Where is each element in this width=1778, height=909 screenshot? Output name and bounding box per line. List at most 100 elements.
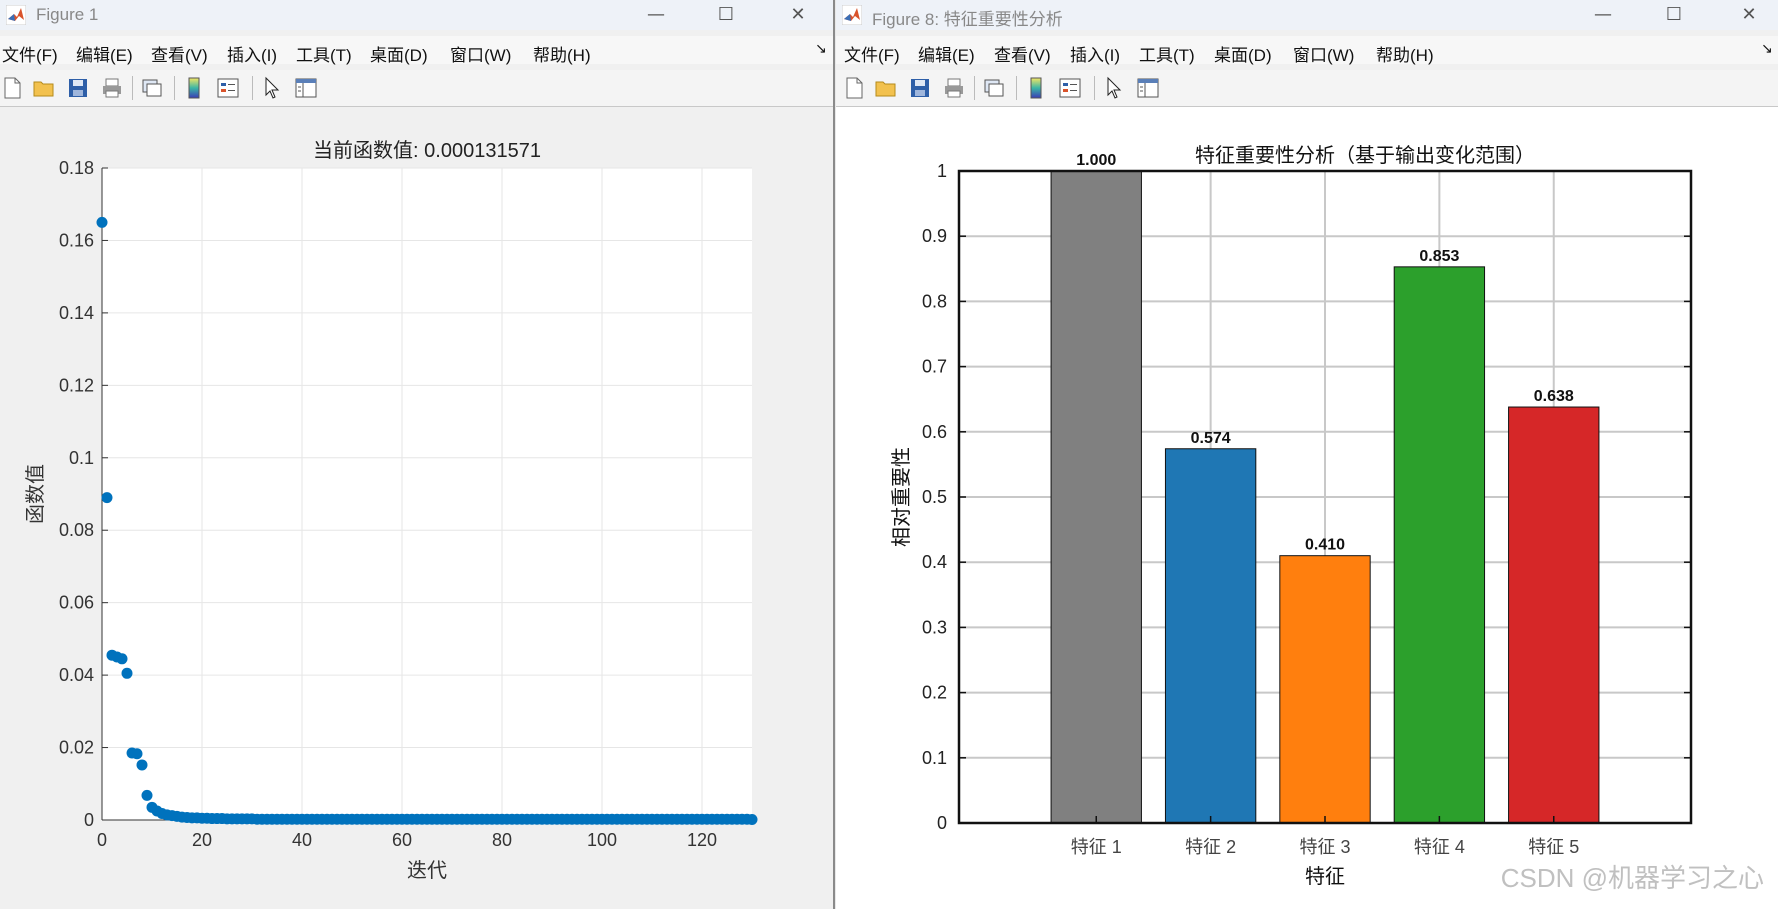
toolbar-separator [252, 76, 253, 100]
figure-8-window: Figure 8: 特征重要性分析 — ☐ ✕ 文件(F) 编辑(E) 查看(V… [836, 0, 1778, 909]
y-tick-label: 0.4 [922, 552, 947, 572]
data-point [746, 814, 758, 826]
menu-tools[interactable]: 工具(T) [296, 41, 352, 66]
menu-window[interactable]: 窗口(W) [450, 41, 511, 66]
bar-value-label: 0.410 [1305, 537, 1345, 554]
bar [1393, 266, 1486, 824]
window-title: Figure 1 [36, 5, 99, 24]
colorbar-icon[interactable] [1024, 76, 1048, 100]
x-tick-label: 80 [492, 830, 512, 850]
title-bar[interactable]: Figure 1 — ☐ ✕ [0, 0, 833, 30]
open-folder-icon[interactable] [874, 76, 898, 100]
y-tick-label: 0.18 [59, 158, 94, 178]
data-point [141, 789, 153, 801]
menu-file[interactable]: 文件(F) [844, 41, 900, 66]
menu-desktop[interactable]: 桌面(D) [370, 41, 428, 66]
y-tick-label: 0.16 [59, 230, 94, 250]
y-tick-label: 0.2 [922, 683, 947, 703]
y-tick-label: 0.5 [922, 487, 947, 507]
maximize-button[interactable]: ☐ [1654, 2, 1694, 28]
menu-overflow-icon[interactable]: ↘ [1761, 41, 1773, 57]
x-tick-label: 40 [292, 830, 312, 850]
x-axis-label: 迭代 [407, 859, 447, 882]
y-tick-label: 0.12 [59, 375, 94, 395]
toolbar [0, 70, 833, 107]
figure-1-window: Figure 1 — ☐ ✕ 文件(F) 编辑(E) 查看(V) 插入(I) 工… [0, 0, 835, 909]
bar-value-label: 0.638 [1534, 388, 1574, 405]
print-icon[interactable] [100, 76, 124, 100]
x-tick-label: 特征 2 [1185, 837, 1236, 857]
matlab-logo-icon [6, 5, 26, 25]
y-tick-label: 0.8 [922, 291, 947, 311]
bar-value-label: 1.000 [1076, 152, 1116, 169]
bar-chart: 0 0.1 0.2 0.3 0.4 0.5 0.6 0.7 0.8 0.9 1 1.000 特征 1 0.… [890, 144, 1693, 888]
property-inspector-icon[interactable] [294, 76, 318, 100]
toolbar [836, 70, 1778, 107]
legend-icon[interactable] [1058, 76, 1082, 100]
bar [1508, 406, 1600, 824]
menu-bar: 文件(F) 编辑(E) 查看(V) 插入(I) 工具(T) 桌面(D) 窗口(W… [0, 36, 833, 66]
x-tick-label: 100 [587, 830, 617, 850]
menu-desktop[interactable]: 桌面(D) [1214, 41, 1272, 66]
menu-tools[interactable]: 工具(T) [1139, 41, 1195, 66]
toolbar-separator [132, 76, 133, 100]
y-tick-label: 1 [937, 161, 947, 181]
y-tick-label: 0.08 [59, 520, 94, 540]
x-tick-label: 特征 1 [1071, 837, 1122, 857]
data-point [121, 667, 133, 679]
x-tick-label: 特征 4 [1414, 837, 1465, 857]
open-folder-icon[interactable] [32, 76, 56, 100]
pointer-icon[interactable] [1102, 76, 1126, 100]
figure-canvas: 0 0.1 0.2 0.3 0.4 0.5 0.6 0.7 0.8 0.9 1 1.000 特征 1 0.… [836, 107, 1778, 909]
menu-insert[interactable]: 插入(I) [227, 41, 277, 66]
x-tick-label: 0 [97, 830, 107, 850]
maximize-button[interactable]: ☐ [706, 2, 746, 28]
legend-icon[interactable] [216, 76, 240, 100]
property-inspector-icon[interactable] [1136, 76, 1160, 100]
pointer-icon[interactable] [260, 76, 284, 100]
y-tick-label: 0.3 [922, 617, 947, 637]
colorbar-icon[interactable] [182, 76, 206, 100]
toolbar-separator [174, 76, 175, 100]
new-file-icon[interactable] [0, 76, 24, 100]
minimize-button[interactable]: — [636, 2, 676, 28]
link-icon[interactable] [982, 76, 1006, 100]
y-tick-label: 0.04 [59, 665, 94, 685]
menu-edit[interactable]: 编辑(E) [918, 41, 975, 66]
data-point [136, 759, 148, 771]
save-icon[interactable] [66, 76, 90, 100]
watermark: CSDN @机器学习之心 [1500, 863, 1764, 893]
print-icon[interactable] [942, 76, 966, 100]
y-tick-label: 0.02 [59, 738, 94, 758]
close-button[interactable]: ✕ [778, 2, 818, 28]
toolbar-separator [974, 76, 975, 100]
bar [1279, 555, 1371, 824]
data-point [101, 492, 113, 504]
minimize-button[interactable]: — [1583, 2, 1623, 28]
menu-overflow-icon[interactable]: ↘ [815, 41, 827, 57]
menu-edit[interactable]: 编辑(E) [76, 41, 133, 66]
chart-title: 特征重要性分析（基于输出变化范围） [1195, 144, 1535, 167]
save-icon[interactable] [908, 76, 932, 100]
new-file-icon[interactable] [842, 76, 866, 100]
menu-insert[interactable]: 插入(I) [1070, 41, 1120, 66]
link-icon[interactable] [140, 76, 164, 100]
x-tick-label: 特征 3 [1299, 837, 1350, 857]
y-tick-label: 0.6 [922, 422, 947, 442]
menu-view[interactable]: 查看(V) [151, 41, 208, 66]
y-tick-label: 0 [84, 810, 94, 830]
window-title: Figure 8: 特征重要性分析 [872, 10, 1063, 29]
menu-view[interactable]: 查看(V) [994, 41, 1051, 66]
menu-window[interactable]: 窗口(W) [1293, 41, 1354, 66]
menu-file[interactable]: 文件(F) [2, 41, 58, 66]
title-bar[interactable]: Figure 8: 特征重要性分析 — ☐ ✕ [836, 0, 1778, 30]
y-tick-label: 0.9 [922, 226, 947, 246]
plot-area [102, 168, 752, 820]
menu-help[interactable]: 帮助(H) [533, 41, 591, 66]
menu-help[interactable]: 帮助(H) [1376, 41, 1434, 66]
toolbar-separator [1016, 76, 1017, 100]
chart-title: 当前函数值: 0.000131571 [313, 139, 541, 162]
figure-canvas: 0 20 40 60 80 100 120 0 0.02 0.04 0.06 0.08 0.1 0.12 0… [0, 107, 833, 909]
x-axis-label: 特征 [1305, 865, 1345, 888]
close-button[interactable]: ✕ [1729, 2, 1769, 28]
